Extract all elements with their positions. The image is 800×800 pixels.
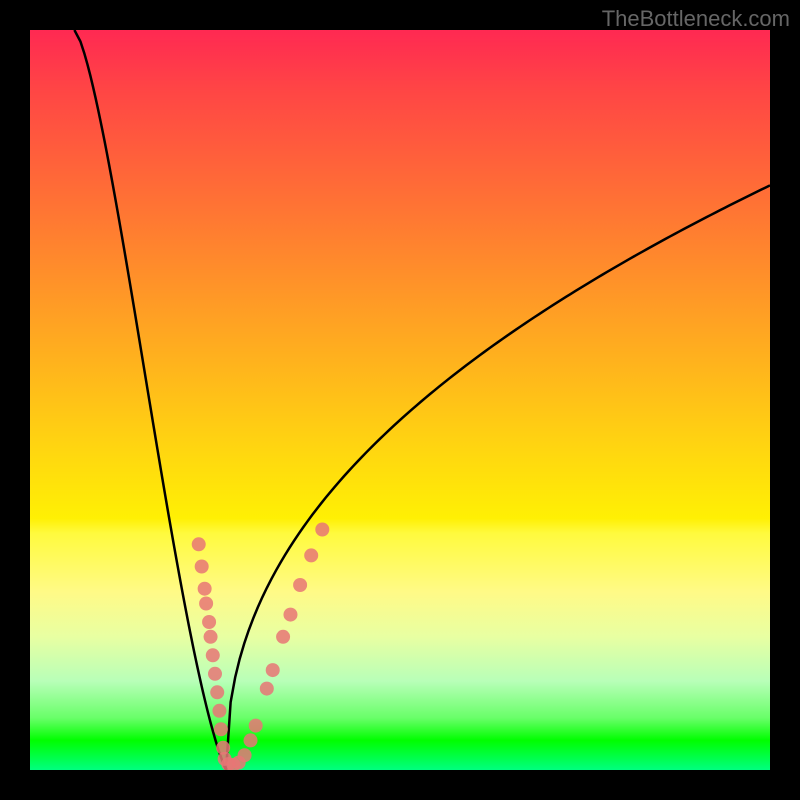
data-point: [238, 748, 252, 762]
data-point: [206, 648, 220, 662]
data-point: [315, 523, 329, 537]
data-point: [249, 719, 263, 733]
data-point: [199, 597, 213, 611]
data-point: [198, 582, 212, 596]
data-point: [283, 608, 297, 622]
watermark-text: TheBottleneck.com: [602, 6, 790, 32]
data-point: [204, 630, 218, 644]
right-curve-branch: [226, 185, 770, 770]
left-curve-branch: [74, 30, 226, 770]
data-point: [208, 667, 222, 681]
data-point: [210, 685, 224, 699]
bottleneck-curve-svg: [30, 30, 770, 770]
data-point: [195, 560, 209, 574]
chart-container: [30, 30, 770, 770]
data-point: [202, 615, 216, 629]
data-point: [293, 578, 307, 592]
curve-group: [74, 30, 770, 770]
data-point: [304, 548, 318, 562]
data-point: [214, 722, 228, 736]
data-point: [244, 733, 258, 747]
data-point: [212, 704, 226, 718]
data-point: [192, 537, 206, 551]
data-point: [260, 682, 274, 696]
data-point: [266, 663, 280, 677]
data-point: [276, 630, 290, 644]
